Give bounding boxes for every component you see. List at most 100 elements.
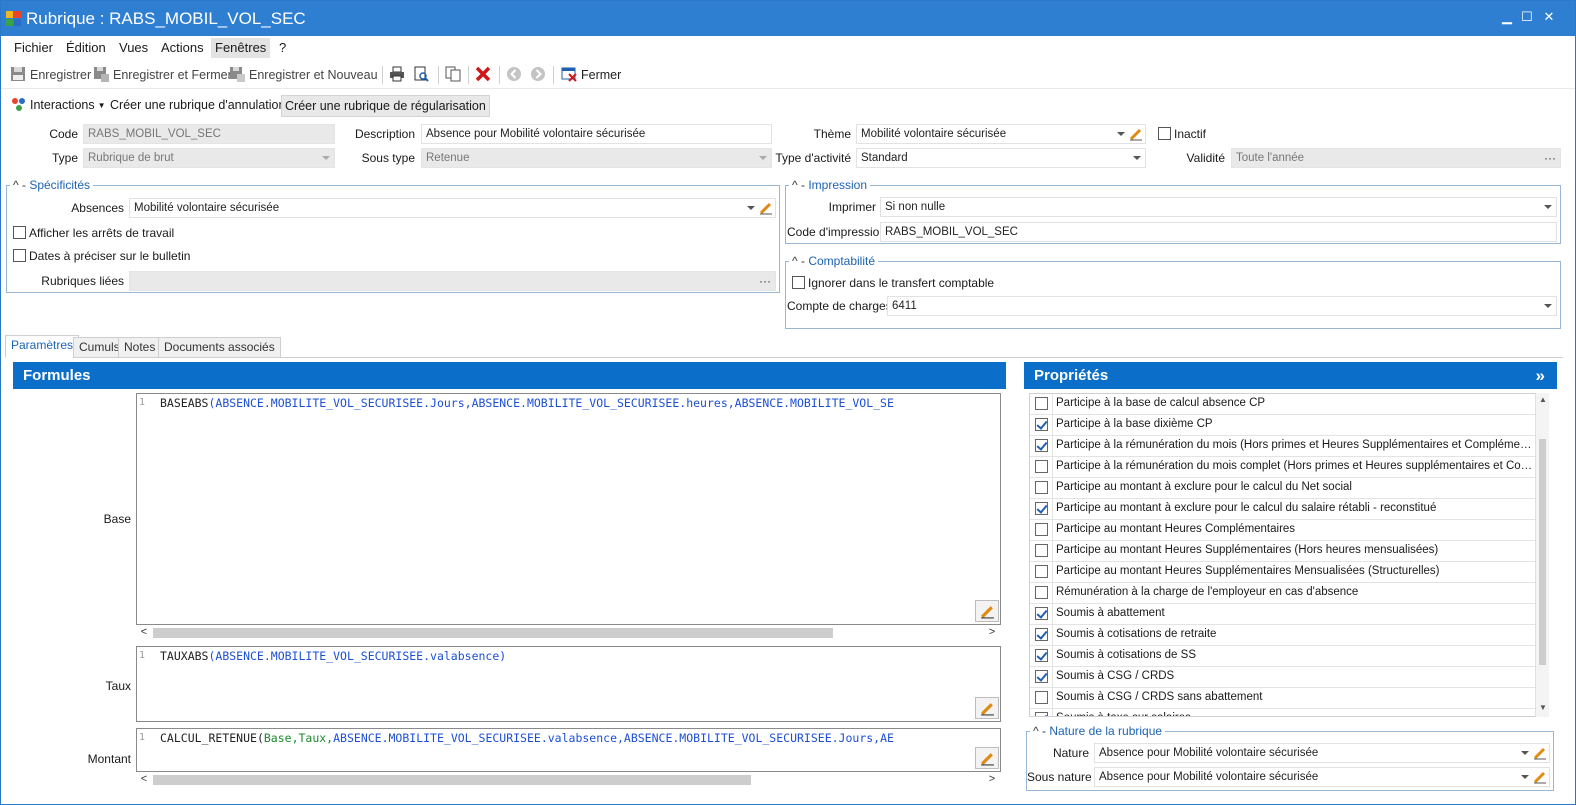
property-checkbox[interactable] (1035, 691, 1048, 704)
properties-vscrollbar[interactable]: ▲ ▼ (1535, 393, 1549, 717)
menu-fichier[interactable]: Fichier (10, 40, 57, 58)
property-checkbox[interactable] (1035, 670, 1048, 683)
menu-actions[interactable]: Actions (157, 40, 208, 58)
menu-vues[interactable]: Vues (115, 40, 152, 58)
base-formula-editor[interactable]: 1 BASEABS(ABSENCE.MOBILITE_VOL_SECURISEE… (136, 393, 1001, 625)
scroll-left-arrow[interactable]: < (138, 626, 150, 638)
property-checkbox[interactable] (1035, 523, 1048, 536)
property-row[interactable]: Participe à la rémunération du mois comp… (1030, 457, 1536, 478)
create-cancel-rubric-button[interactable]: Créer une rubrique d'annulation (110, 95, 285, 117)
scroll-down-arrow[interactable]: ▼ (1539, 703, 1547, 712)
montant-hscrollbar[interactable]: < > (136, 773, 1001, 787)
property-row[interactable]: Participe à la base de calcul absence CP (1030, 394, 1536, 415)
property-checkbox[interactable] (1035, 565, 1048, 578)
tab-notes[interactable]: Notes (118, 337, 162, 358)
validite-field[interactable]: Toute l'année ··· (1231, 148, 1561, 168)
property-row[interactable]: Participe au montant à exclure pour le c… (1030, 499, 1536, 520)
scroll-thumb[interactable] (153, 775, 751, 785)
property-row[interactable]: Soumis à cotisations de retraite (1030, 625, 1536, 646)
property-row[interactable]: Rémunération à la charge de l'employeur … (1030, 583, 1536, 604)
property-checkbox[interactable] (1035, 649, 1048, 662)
nature-header[interactable]: ^ - Nature de la rubrique (1030, 724, 1166, 738)
code-field[interactable]: RABS_MOBIL_VOL_SEC (83, 124, 335, 144)
dates-bulletin-checkbox[interactable] (13, 249, 26, 262)
property-checkbox[interactable] (1035, 586, 1048, 599)
property-checkbox[interactable] (1035, 460, 1048, 473)
property-row[interactable]: Participe à la base dixième CP (1030, 415, 1536, 436)
pencil-icon[interactable] (1129, 127, 1143, 141)
ellipsis-button[interactable]: ··· (1544, 149, 1556, 167)
scroll-right-arrow[interactable]: > (986, 626, 998, 638)
type-select[interactable]: Rubrique de brut (83, 148, 335, 168)
inactif-checkbox[interactable] (1158, 127, 1171, 140)
description-field[interactable]: Absence pour Mobilité volontaire sécuris… (421, 124, 772, 144)
edit-base-button[interactable] (975, 600, 999, 622)
comptabilite-header[interactable]: ^ - Comptabilité (789, 254, 879, 268)
interactions-dropdown[interactable]: Interactions ▼ (11, 95, 106, 117)
menu-fenetres[interactable]: Fenêtres (211, 38, 271, 58)
property-row[interactable]: Participe au montant Heures Supplémentai… (1030, 541, 1536, 562)
print-button[interactable] (389, 66, 409, 86)
delete-button[interactable] (475, 66, 495, 86)
title-bar[interactable]: Rubrique : RABS_MOBIL_VOL_SEC ▁ ☐ ✕ (1, 1, 1575, 36)
create-regul-rubric-button[interactable]: Créer une rubrique de régularisation (281, 95, 490, 117)
pencil-icon[interactable] (1533, 770, 1547, 784)
scroll-thumb[interactable] (1539, 439, 1546, 665)
pencil-icon[interactable] (1533, 746, 1547, 760)
activity-select[interactable]: Standard (856, 148, 1146, 168)
scroll-right-arrow[interactable]: > (986, 773, 998, 785)
edit-taux-button[interactable] (975, 697, 999, 719)
property-row[interactable]: Participe au montant Heures Supplémentai… (1030, 562, 1536, 583)
property-row[interactable]: Soumis à taxe sur salaires (1030, 709, 1536, 716)
property-row[interactable]: Soumis à CSG / CRDS sans abattement (1030, 688, 1536, 709)
menu-edition[interactable]: Édition (62, 40, 110, 58)
maximize-button[interactable]: ☐ (1517, 9, 1537, 27)
ignorer-transfert-checkbox[interactable] (792, 276, 805, 289)
imprimer-select[interactable]: Si non nulle (880, 197, 1557, 217)
base-hscrollbar[interactable]: < > (136, 626, 1001, 640)
expand-icon[interactable]: » (1536, 362, 1545, 389)
scroll-thumb[interactable] (153, 628, 833, 638)
soustype-select[interactable]: Retenue (421, 148, 772, 168)
property-row[interactable]: Participe au montant à exclure pour le c… (1030, 478, 1536, 499)
property-row[interactable]: Participe à la rémunération du mois (Hor… (1030, 436, 1536, 457)
tab-documents[interactable]: Documents associés (158, 337, 281, 358)
next-button[interactable] (530, 66, 550, 86)
property-checkbox[interactable] (1035, 628, 1048, 641)
close-window-button[interactable]: ✕ (1539, 9, 1559, 27)
sousnature-select[interactable]: Absence pour Mobilité volontaire sécuris… (1094, 767, 1550, 787)
absences-select[interactable]: Mobilité volontaire sécurisée (129, 198, 776, 218)
property-row[interactable]: Soumis à abattement (1030, 604, 1536, 625)
property-checkbox[interactable] (1035, 397, 1048, 410)
property-row[interactable]: Participe au montant Heures Complémentai… (1030, 520, 1536, 541)
save-new-button[interactable]: Enregistrer et Nouveau (229, 66, 378, 86)
code-impression-field[interactable]: RABS_MOBIL_VOL_SEC (880, 222, 1557, 242)
specificites-header[interactable]: ^ - Spécificités (10, 178, 94, 192)
montant-formula-editor[interactable]: 1 CALCUL_RETENUE(Base,Taux,ABSENCE.MOBIL… (136, 728, 1001, 772)
scroll-up-arrow[interactable]: ▲ (1539, 395, 1547, 404)
pencil-icon[interactable] (759, 201, 773, 215)
rubriques-liees-field[interactable]: ··· (129, 271, 776, 291)
save-button[interactable]: Enregistrer (10, 66, 91, 86)
property-checkbox[interactable] (1035, 544, 1048, 557)
afficher-arrets-checkbox[interactable] (13, 226, 26, 239)
impression-header[interactable]: ^ - Impression (789, 178, 870, 192)
property-row[interactable]: Soumis à CSG / CRDS (1030, 667, 1536, 688)
copy-button[interactable] (445, 66, 465, 86)
save-close-button[interactable]: Enregistrer et Fermer (93, 66, 232, 86)
compte-charges-select[interactable]: 6411 (887, 296, 1557, 316)
property-checkbox[interactable] (1035, 439, 1048, 452)
property-checkbox[interactable] (1035, 481, 1048, 494)
property-checkbox[interactable] (1035, 712, 1048, 716)
scroll-left-arrow[interactable]: < (138, 773, 150, 785)
minimize-button[interactable]: ▁ (1497, 9, 1517, 27)
menu-help[interactable]: ? (275, 40, 290, 58)
previous-button[interactable] (506, 66, 526, 86)
tab-parametres[interactable]: Paramètres (5, 335, 80, 358)
taux-formula-editor[interactable]: 1 TAUXABS(ABSENCE.MOBILITE_VOL_SECURISEE… (136, 646, 1001, 722)
print-preview-button[interactable] (413, 66, 433, 86)
theme-select[interactable]: Mobilité volontaire sécurisée (856, 124, 1146, 144)
property-checkbox[interactable] (1035, 502, 1048, 515)
edit-montant-button[interactable] (975, 747, 999, 769)
property-checkbox[interactable] (1035, 607, 1048, 620)
